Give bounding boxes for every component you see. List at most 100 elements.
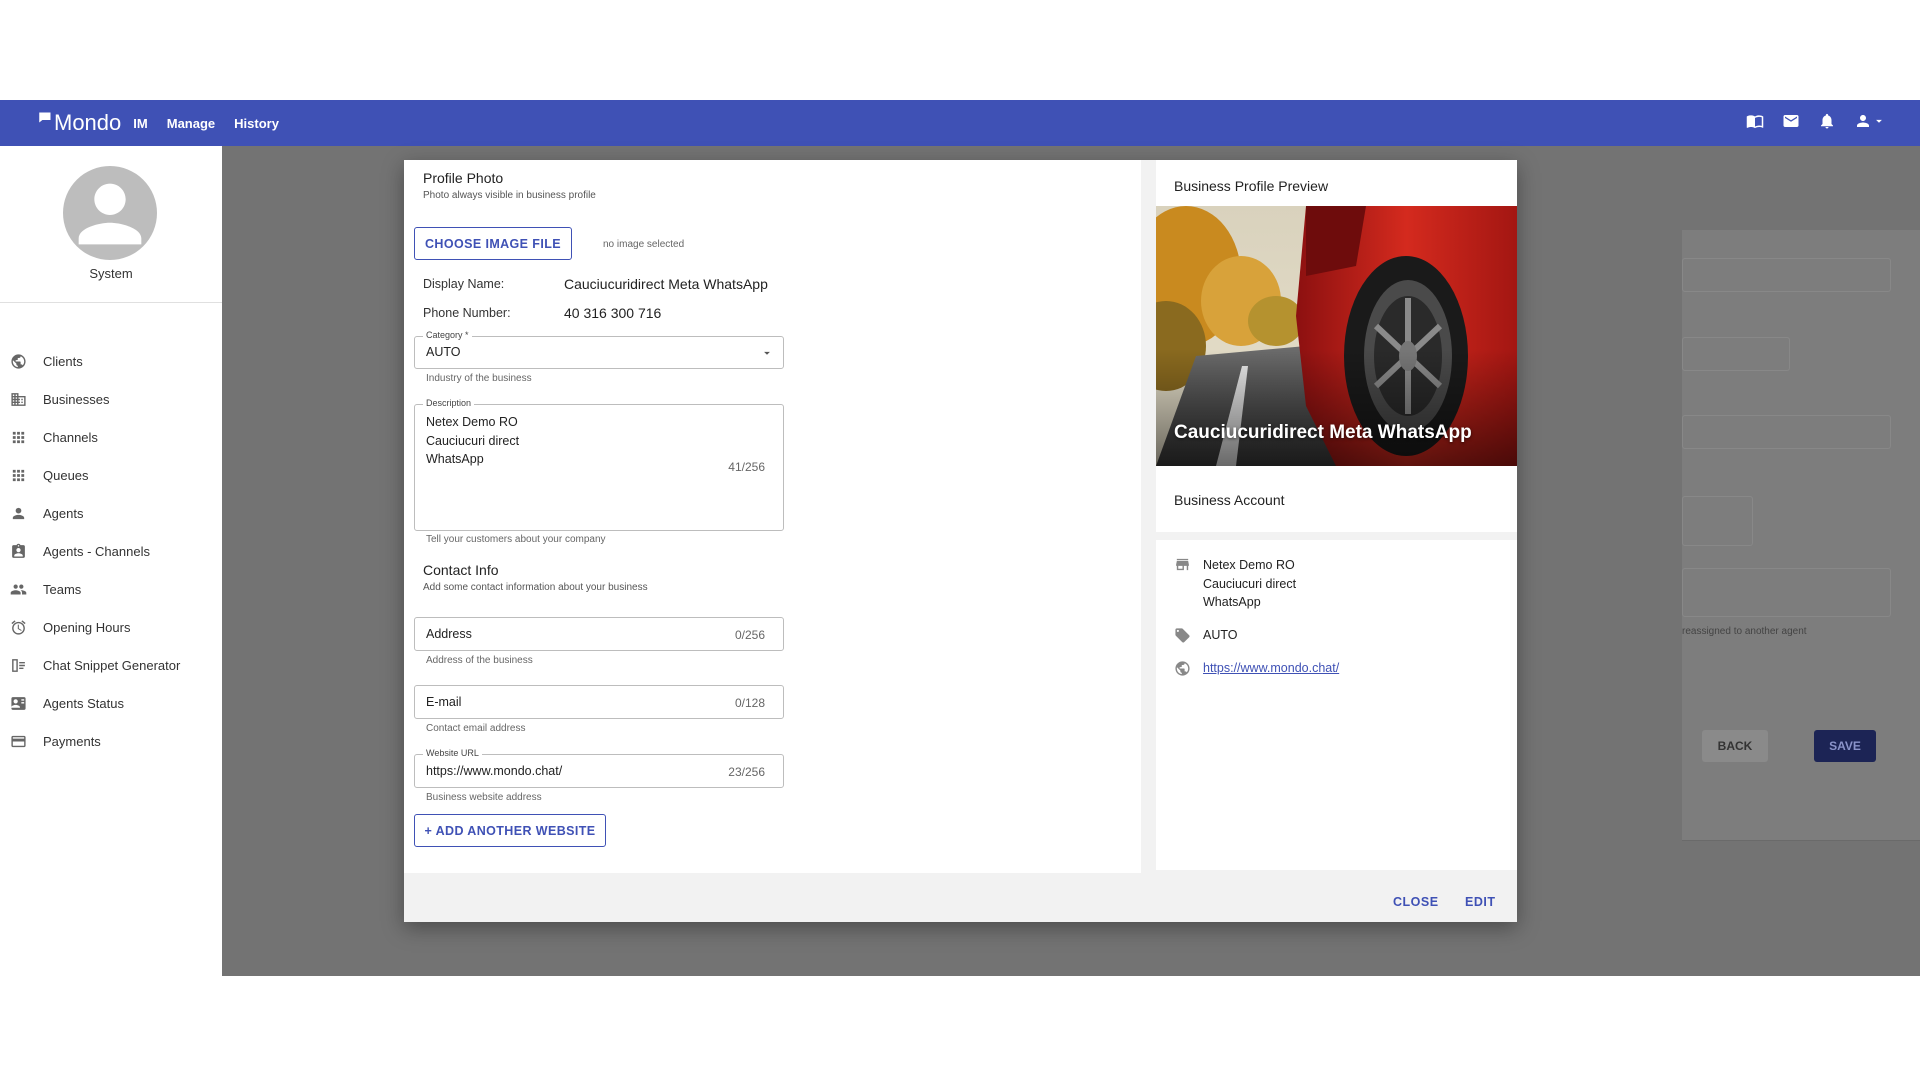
website-helper: Business website address — [426, 792, 542, 803]
globe-icon — [1175, 661, 1190, 676]
email-helper: Contact email address — [426, 723, 526, 734]
business-profile-preview: Business Profile Preview Cauciucuridirec… — [1156, 160, 1517, 870]
save-button[interactable]: SAVE — [1814, 730, 1876, 762]
preview-title: Business Profile Preview — [1174, 178, 1329, 194]
display-name-value: Cauciucuridirect Meta WhatsApp — [564, 276, 768, 292]
category-select[interactable]: Category * AUTO — [414, 330, 784, 369]
background-helper-text: reassigned to another agent — [1682, 626, 1807, 637]
caret-down-icon — [1872, 114, 1886, 128]
profile-form: Profile Photo Photo always visible in bu… — [404, 160, 1141, 873]
category-legend: Category * — [423, 330, 472, 340]
person-avatar-icon — [78, 183, 142, 245]
background-field — [1682, 415, 1891, 449]
sidebar-item-label: Agents — [43, 505, 84, 521]
top-actions — [1746, 112, 1886, 130]
tag-icon — [1175, 628, 1190, 643]
email-input[interactable]: E-mail 0/128 — [414, 685, 784, 719]
address-helper: Address of the business — [426, 655, 533, 666]
phone-number-label: Phone Number: — [423, 306, 511, 320]
sidebar-item-payments[interactable]: Payments — [0, 722, 222, 760]
hero-business-name: Cauciucuridirect Meta WhatsApp — [1174, 422, 1472, 443]
sidebar-item-teams[interactable]: Teams — [0, 570, 222, 608]
add-website-button[interactable]: + ADD ANOTHER WEBSITE — [414, 814, 606, 847]
sidebar-item-agents-channels[interactable]: Agents - Channels — [0, 532, 222, 570]
website-counter: 23/256 — [728, 765, 765, 779]
nav-im[interactable]: IM — [133, 116, 147, 131]
business-account-title: Business Account — [1174, 492, 1285, 508]
email-placeholder: E-mail — [426, 695, 462, 709]
top-app-bar: Mondo IM Manage History — [0, 100, 1920, 146]
id-card-icon — [11, 696, 26, 710]
sidebar-item-label: Businesses — [43, 391, 110, 407]
mail-icon[interactable] — [1782, 112, 1800, 130]
user-name: System — [89, 266, 133, 281]
sidebar: System Clients Businesses Channels Queue… — [0, 146, 222, 976]
preview-website-link[interactable]: https://www.mondo.chat/ — [1203, 661, 1339, 675]
book-icon[interactable] — [1746, 112, 1764, 130]
description-line: WhatsApp — [426, 452, 484, 466]
nav-history[interactable]: History — [234, 116, 279, 131]
sidebar-item-agents-status[interactable]: Agents Status — [0, 684, 222, 722]
website-legend: Website URL — [423, 748, 482, 758]
business-profile-dialog: Profile Photo Photo always visible in bu… — [404, 160, 1517, 922]
snippet-icon — [12, 658, 25, 672]
sidebar-item-channels[interactable]: Channels — [0, 418, 222, 456]
store-icon — [1176, 558, 1189, 571]
app-window: Mondo IM Manage History System Clients B… — [0, 100, 1920, 976]
building-icon — [11, 392, 26, 406]
chat-icon — [38, 111, 53, 128]
description-legend: Description — [423, 398, 475, 408]
category-value: AUTO — [426, 345, 461, 359]
sidebar-item-queues[interactable]: Queues — [0, 456, 222, 494]
background-field — [1682, 258, 1891, 292]
preview-description-row: Netex Demo RO Cauciucuri direct WhatsApp — [1174, 556, 1296, 612]
section-divider — [1156, 532, 1517, 540]
person-icon — [12, 507, 25, 519]
credit-card-icon — [11, 735, 26, 747]
description-textarea[interactable]: Description Netex Demo RO Cauciucuri dir… — [414, 398, 784, 531]
address-placeholder: Address — [426, 627, 472, 641]
sidebar-item-label: Agents - Channels — [43, 543, 150, 559]
description-counter: 41/256 — [728, 460, 765, 474]
sidebar-item-businesses[interactable]: Businesses — [0, 380, 222, 418]
description-helper: Tell your customers about your company — [426, 534, 606, 545]
preview-description-line: Cauciucuri direct — [1203, 576, 1297, 591]
avatar — [63, 166, 157, 260]
address-counter: 0/256 — [734, 628, 765, 642]
choose-image-button[interactable]: CHOOSE IMAGE FILE — [414, 227, 572, 260]
sidebar-item-opening-hours[interactable]: Opening Hours — [0, 608, 222, 646]
contact-info-subtitle: Add some contact information about your … — [423, 582, 648, 593]
sidebar-item-label: Teams — [43, 581, 82, 597]
sidebar-item-label: Clients — [43, 353, 83, 369]
account-menu[interactable] — [1854, 112, 1886, 130]
close-button[interactable]: CLOSE — [1393, 895, 1439, 909]
sidebar-menu: Clients Businesses Channels Queues Agent… — [0, 342, 222, 760]
sidebar-item-label: Opening Hours — [43, 619, 131, 635]
address-input[interactable]: Address 0/256 — [414, 617, 784, 651]
globe-icon — [11, 353, 26, 369]
background-form-card: reassigned to another agent BACK SAVE — [1682, 230, 1920, 841]
preview-description: Netex Demo RO Cauciucuri direct WhatsApp — [1203, 556, 1296, 612]
sidebar-item-chat-snippet-generator[interactable]: Chat Snippet Generator — [0, 646, 222, 684]
website-value: https://www.mondo.chat/ — [426, 764, 563, 778]
brand-logo[interactable]: Mondo — [38, 110, 121, 136]
grid-icon — [12, 431, 25, 443]
profile-photo-subtitle: Photo always visible in business profile — [423, 190, 596, 201]
preview-description-line: WhatsApp — [1203, 595, 1261, 609]
nav-manage[interactable]: Manage — [167, 116, 215, 131]
email-counter: 0/128 — [734, 696, 765, 710]
sidebar-item-label: Queues — [43, 467, 89, 483]
main-nav: IM Manage History — [133, 116, 298, 131]
sidebar-item-clients[interactable]: Clients — [0, 342, 222, 380]
sidebar-item-agents[interactable]: Agents — [0, 494, 222, 532]
website-url-input[interactable]: Website URL https://www.mondo.chat/ 23/2… — [414, 748, 784, 788]
description-text: Netex Demo RO Cauciucuri direct WhatsApp — [426, 413, 519, 469]
phone-number-value: 40 316 300 716 — [564, 305, 662, 321]
background-field — [1682, 337, 1790, 371]
sidebar-item-label: Payments — [43, 733, 101, 749]
sidebar-item-label: Chat Snippet Generator — [43, 657, 181, 673]
edit-button[interactable]: EDIT — [1465, 895, 1495, 909]
preview-description-line: Netex Demo RO — [1203, 558, 1295, 572]
back-button[interactable]: BACK — [1702, 730, 1768, 762]
bell-icon[interactable] — [1818, 112, 1836, 130]
